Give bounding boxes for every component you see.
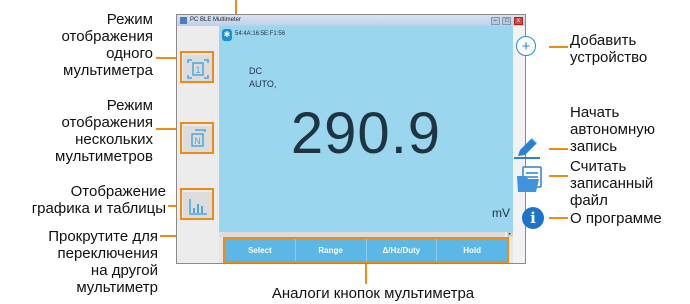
select-button[interactable]: Select	[225, 239, 296, 261]
pen-icon[interactable]	[512, 134, 542, 160]
app-window: PC BLE Multimeter – □ x 1 N ✱ 54:4A:16:5…	[176, 14, 526, 264]
pointer-about	[549, 217, 568, 219]
callout-scroll: Прокрутите для переключения на другой му…	[48, 228, 158, 296]
app-icon	[180, 17, 187, 24]
minimize-button[interactable]: –	[490, 17, 500, 25]
maximize-button[interactable]: □	[502, 17, 512, 25]
close-button[interactable]: x	[514, 17, 523, 25]
pointer-softkeys	[365, 262, 367, 284]
mode-line-1: DC	[249, 66, 262, 76]
bluetooth-icon[interactable]: ✱	[222, 29, 232, 41]
file-icon[interactable]	[514, 164, 544, 194]
callout-single-mode: Режим отображения одного мультиметра	[61, 11, 154, 79]
highlight-single-mode	[180, 51, 214, 83]
softkey-bar: Select Range Δ/Hz/Duty Hold	[223, 237, 509, 263]
delta-hz-duty-button[interactable]: Δ/Hz/Duty	[367, 239, 438, 261]
multimeter-display: ✱ 54:4A:16:5E:F1:56 DC AUTO, 290.9 mV	[219, 26, 513, 231]
title-bar: PC BLE Multimeter – □ x	[177, 15, 525, 26]
callout-chart-table: Отображение графика и таблицы	[31, 183, 166, 217]
callout-softkeys: Аналоги кнопок мультиметра	[271, 285, 475, 302]
hold-button[interactable]: Hold	[437, 239, 507, 261]
callout-read-file: Считать записанный файл	[570, 158, 654, 209]
add-device-button[interactable]: +	[516, 36, 536, 56]
highlight-multi-mode	[180, 122, 214, 154]
pointer-read-file	[549, 175, 568, 177]
about-button[interactable]: i	[522, 207, 544, 229]
callout-start-logging: Начать автономную запись	[570, 104, 655, 155]
pointer-multi-mode	[156, 128, 178, 130]
pointer-start-logging	[549, 148, 568, 150]
mode-line-2: AUTO,	[249, 79, 277, 89]
callout-about: О программе	[570, 210, 662, 227]
highlight-chart-table	[180, 188, 214, 220]
measurement-unit: mV	[492, 206, 510, 220]
callout-multi-mode: Режим отображения нескольких мультиметро…	[55, 97, 153, 165]
callout-add-device: Добавить устройство	[570, 32, 648, 66]
window-title: PC BLE Multimeter	[190, 17, 242, 23]
measurement-reading: 290.9	[290, 101, 442, 166]
pointer-single-mode	[156, 57, 178, 59]
window-controls: – □ x	[490, 16, 523, 25]
range-button[interactable]: Range	[296, 239, 367, 261]
pointer-add-device	[549, 46, 568, 48]
device-address: 54:4A:16:5E:F1:56	[235, 31, 286, 37]
